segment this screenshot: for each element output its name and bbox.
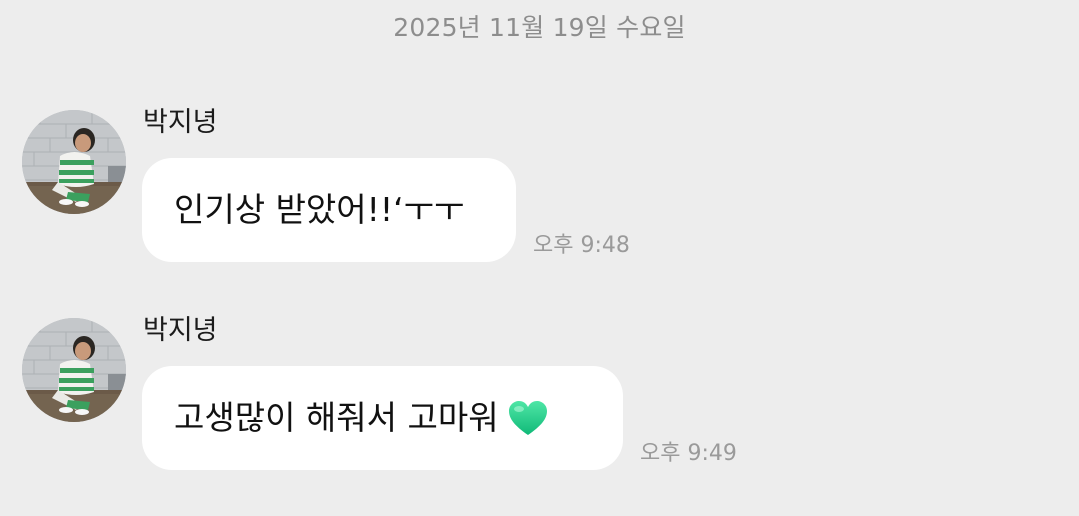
message-timestamp: 오후 9:49: [640, 441, 737, 466]
sender-name: 박지녕: [143, 107, 218, 138]
profile-photo-icon: [22, 110, 126, 214]
message-timestamp: 오후 9:48: [533, 233, 630, 258]
message-bubble[interactable]: 고생많이 해줘서 고마워: [142, 366, 623, 470]
sender-name: 박지녕: [143, 315, 218, 346]
sender-avatar[interactable]: [22, 110, 126, 214]
green-heart-icon: [507, 398, 549, 438]
message-row: 박지녕 인기상 받았어!!‘ㅜㅜ 오후 9:48: [0, 107, 1079, 308]
message-text: 인기상 받았어!!‘ㅜㅜ: [174, 190, 465, 229]
message-row: 박지녕 고생많이 해줘서 고마워 오후 9:49: [0, 315, 1079, 516]
profile-photo-icon: [22, 318, 126, 422]
message-bubble[interactable]: 인기상 받았어!!‘ㅜㅜ: [142, 158, 516, 262]
sender-avatar[interactable]: [22, 318, 126, 422]
message-text: 고생많이 해줘서 고마워: [174, 398, 499, 437]
date-divider: 2025년 11월 19일 수요일: [393, 13, 686, 42]
